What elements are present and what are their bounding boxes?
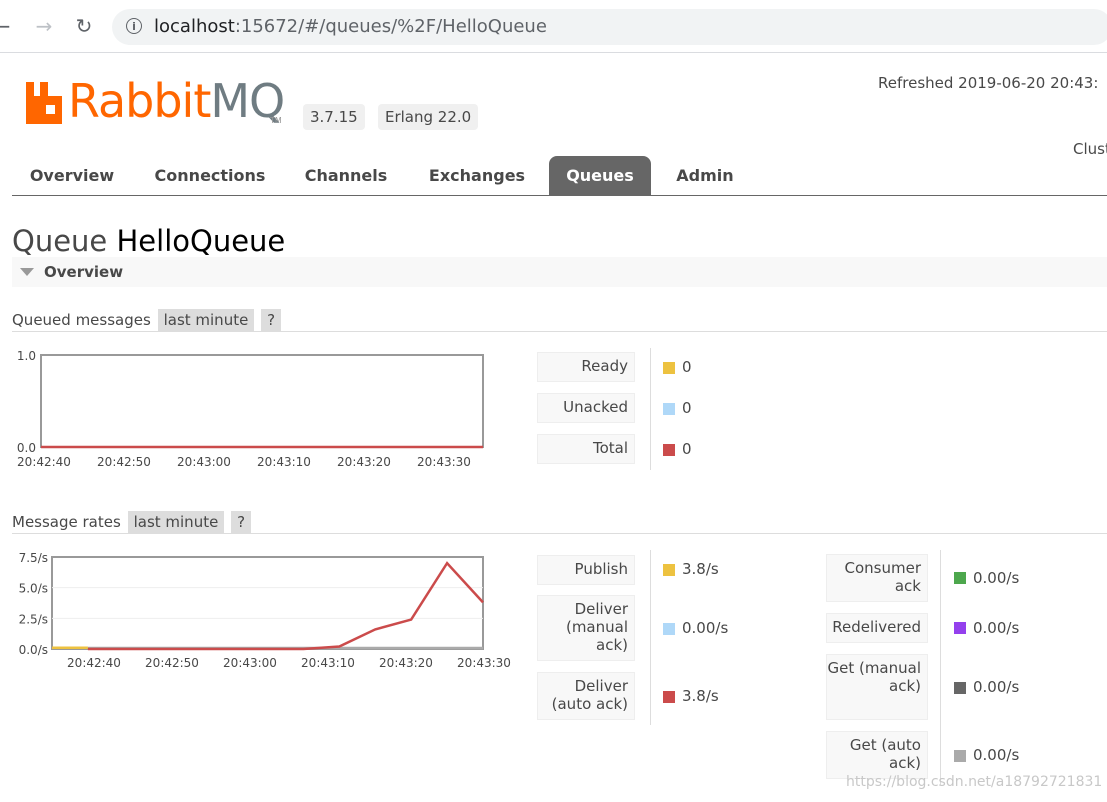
rates-legend-divider-right: [940, 550, 941, 785]
rates-ytick-label: 7.5/s: [19, 551, 48, 565]
rates-divider: [12, 533, 1107, 534]
legend-unacked-value: 0: [682, 399, 692, 417]
rates-range-button[interactable]: last minute: [127, 511, 225, 533]
legend-publish-value: 3.8/s: [682, 560, 719, 578]
legend-deliver-auto-value: 3.8/s: [682, 687, 719, 705]
rates-xtick-label: 20:43:10: [301, 656, 355, 670]
rates-xtick-label: 20:42:50: [145, 656, 199, 670]
queued-xtick-label: 20:43:10: [257, 455, 311, 469]
queued-legend-divider: [650, 348, 651, 470]
overview-section-label: Overview: [44, 263, 124, 281]
tab-admin[interactable]: Admin: [662, 156, 748, 195]
back-arrow-icon[interactable]: ←: [0, 14, 14, 38]
cluster-label: Clust: [1073, 140, 1107, 158]
legend-redelivered-value: 0.00/s: [973, 619, 1020, 637]
legend-total-value: 0: [682, 440, 692, 458]
queued-xtick-label: 20:42:40: [17, 455, 71, 469]
queued-xtick-label: 20:42:50: [97, 455, 151, 469]
collapse-triangle-icon[interactable]: [20, 268, 34, 276]
legend-ready-swatch: [663, 362, 675, 374]
overview-section-header[interactable]: Overview: [12, 257, 1107, 287]
legend-deliver-manual-value: 0.00/s: [682, 619, 729, 637]
rates-ytick-label: 5.0/s: [19, 582, 48, 596]
rates-xtick-label: 20:42:40: [67, 656, 121, 670]
legend-consumer-ack-value: 0.00/s: [973, 569, 1020, 587]
rates-plot-area: [51, 556, 484, 650]
refreshed-status: Refreshed 2019-06-20 20:43:: [878, 74, 1099, 92]
tab-connections[interactable]: Connections: [144, 156, 276, 195]
version-badge: 3.7.15: [303, 104, 365, 130]
queued-help-button[interactable]: ?: [261, 309, 282, 331]
tabs-divider: [12, 195, 1107, 196]
message-rates-chart: 7.5/s 5.0/s 2.5/s 0.0/s 20:42:40 20:42:50 20:…: [19, 551, 511, 670]
legend-get-auto-value: 0.00/s: [973, 746, 1020, 764]
message-rates-heading: Message rates last minute ?: [12, 511, 252, 533]
reload-icon[interactable]: ↻: [72, 14, 96, 38]
queued-range-button[interactable]: last minute: [157, 309, 255, 331]
brand-wordmark[interactable]: RabbitMQ: [68, 74, 285, 128]
rates-help-button[interactable]: ?: [231, 511, 252, 533]
queued-divider: [12, 331, 1107, 332]
legend-deliver-manual-label: Deliver (manual ack): [537, 595, 635, 661]
rates-heading-text: Message rates: [12, 513, 121, 531]
address-bar[interactable]: i localhost:15672/#/queues/%2F/HelloQueu…: [112, 9, 1107, 45]
legend-get-manual-value: 0.00/s: [973, 678, 1020, 696]
queued-xtick-label: 20:43:00: [177, 455, 231, 469]
tab-overview[interactable]: Overview: [12, 156, 132, 195]
queued-xtick-label: 20:43:20: [337, 455, 391, 469]
legend-deliver-auto-swatch: [663, 691, 675, 703]
queued-xtick-label: 20:43:30: [417, 455, 471, 469]
legend-get-auto-label: Get (auto ack): [826, 731, 928, 779]
legend-deliver-manual-swatch: [663, 623, 675, 635]
browser-toolbar: ← → ↻ i localhost:15672/#/queues/%2F/Hel…: [0, 0, 1107, 53]
brand-rabbit: Rabbit: [68, 74, 211, 128]
title-prefix: Queue: [12, 224, 108, 258]
legend-deliver-auto-label: Deliver (auto ack): [537, 672, 635, 720]
page-title: Queue HelloQueue: [12, 224, 285, 258]
legend-total-swatch: [663, 444, 675, 456]
rates-xtick-label: 20:43:20: [379, 656, 433, 670]
rates-xtick-label: 20:43:00: [223, 656, 277, 670]
queued-heading-text: Queued messages: [12, 311, 151, 329]
trademark: TM: [270, 116, 282, 125]
queue-name: HelloQueue: [116, 224, 286, 258]
queued-messages-chart: 1.0 0.0 20:42:40 20:42:50 20:43:00 20:43:10 2…: [17, 349, 484, 469]
legend-unacked-label: Unacked: [537, 393, 635, 423]
legend-unacked-swatch: [663, 403, 675, 415]
legend-ready-label: Ready: [537, 352, 635, 382]
info-icon[interactable]: i: [126, 18, 142, 34]
rabbitmq-logo-icon[interactable]: [26, 78, 64, 126]
legend-publish-label: Publish: [537, 555, 635, 585]
rates-ytick-label: 2.5/s: [19, 612, 48, 626]
legend-get-manual-swatch: [954, 682, 966, 694]
legend-redelivered-swatch: [954, 622, 966, 634]
url-host: localhost: [154, 16, 235, 37]
legend-publish-swatch: [663, 564, 675, 576]
queued-ytick-label: 0.0: [17, 441, 36, 455]
forward-arrow-icon[interactable]: →: [32, 14, 56, 38]
queued-messages-heading: Queued messages last minute ?: [12, 309, 282, 331]
tab-channels[interactable]: Channels: [290, 156, 402, 195]
legend-get-manual-label: Get (manual ack): [826, 654, 928, 720]
legend-total-label: Total: [537, 434, 635, 464]
queued-ytick-label: 1.0: [17, 349, 36, 363]
legend-ready-value: 0: [682, 358, 692, 376]
rates-xtick-label: 20:43:30: [457, 656, 511, 670]
url-path: :15672/#/queues/%2F/HelloQueue: [234, 16, 547, 37]
watermark-text: https://blog.csdn.net/a18792721831: [846, 774, 1103, 790]
rates-legend-divider-left: [650, 550, 651, 725]
legend-consumer-ack-swatch: [954, 572, 966, 584]
queued-plot-area: [40, 354, 484, 448]
tab-exchanges[interactable]: Exchanges: [414, 156, 540, 195]
legend-consumer-ack-label: Consumer ack: [826, 554, 928, 602]
tab-queues[interactable]: Queues: [549, 156, 651, 195]
rates-ytick-label: 0.0/s: [19, 643, 48, 657]
url-text[interactable]: localhost:15672/#/queues/%2F/HelloQueue: [154, 16, 547, 37]
legend-get-auto-swatch: [954, 750, 966, 762]
erlang-badge: Erlang 22.0: [378, 104, 479, 130]
legend-redelivered-label: Redelivered: [826, 613, 928, 643]
